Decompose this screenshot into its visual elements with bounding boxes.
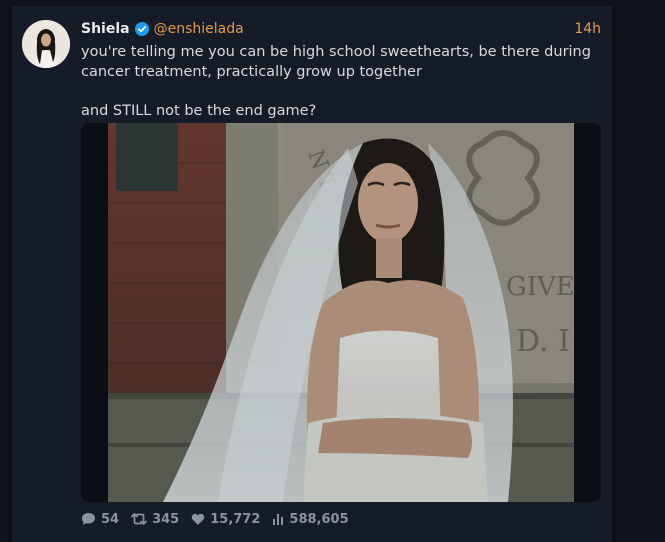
media-photo: N T GIVE D. I [108,123,574,502]
like-stat[interactable]: 15,772 [191,512,260,527]
verified-badge-icon [134,22,149,36]
reply-icon [82,513,95,525]
tweet-card[interactable]: Shiela @enshielada 14h you're telling me… [12,6,612,542]
reply-stat[interactable]: 54 [81,512,119,527]
retweet-stat[interactable]: 345 [131,512,179,527]
page: Shiela @enshielada 14h you're telling me… [0,0,665,542]
timestamp[interactable]: 14h [574,21,601,37]
retweet-count: 345 [152,511,180,527]
views-count: 588,605 [289,511,349,527]
tweet-text: you're telling me you can be high school… [81,42,591,121]
tweet-text-paragraph: and STILL not be the end game? [81,103,317,119]
engagement-stats: 54 345 15,772 588,605 [81,509,361,529]
tweet-media[interactable]: N T GIVE D. I [81,123,601,502]
display-name[interactable]: Shiela [81,21,130,37]
reply-count: 54 [101,511,120,527]
tweet-header: Shiela @enshielada 14h [81,18,601,40]
avatar[interactable] [22,20,70,68]
views-chart-icon [273,514,284,525]
views-stat[interactable]: 588,605 [272,511,349,527]
tweet-text-paragraph: you're telling me you can be high school… [81,44,591,80]
retweet-icon [131,513,147,525]
avatar-photo [22,20,70,68]
like-count: 15,772 [210,511,261,527]
user-handle[interactable]: @enshielada [154,21,244,37]
heart-icon [191,513,205,525]
